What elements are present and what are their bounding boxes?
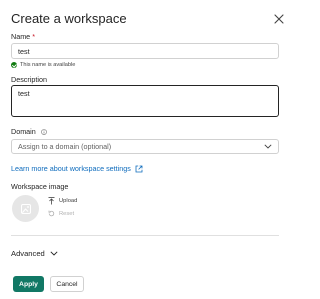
workspace-image-avatar	[12, 195, 39, 222]
domain-dropdown[interactable]: Assign to a domain (optional)	[11, 139, 279, 154]
info-icon[interactable]	[40, 129, 47, 135]
close-icon[interactable]	[273, 13, 285, 25]
learn-more-link[interactable]: Learn more about workspace settings	[11, 164, 143, 173]
domain-label: Domain	[11, 127, 47, 136]
panel-title: Create a workspace	[11, 11, 127, 26]
reset-button[interactable]: Reset	[48, 210, 74, 217]
cancel-button[interactable]: Cancel	[50, 276, 84, 292]
apply-button[interactable]: Apply	[13, 276, 44, 292]
chevron-down-icon	[264, 144, 272, 149]
name-input-value: test	[18, 46, 30, 56]
advanced-label: Advanced	[11, 249, 45, 258]
upload-button[interactable]: Upload	[48, 197, 77, 205]
name-helper-text: This name is available	[20, 62, 76, 68]
description-textarea[interactable]: test	[11, 85, 279, 117]
checkmark-circle-icon	[11, 62, 17, 68]
domain-label-text: Domain	[11, 127, 36, 136]
reset-icon	[48, 210, 55, 217]
description-label: Description	[11, 75, 47, 84]
name-availability-message: This name is available	[11, 62, 75, 68]
name-label: Name *	[11, 32, 35, 41]
name-input[interactable]: test	[11, 43, 279, 59]
name-label-text: Name	[11, 32, 31, 41]
upload-label: Upload	[59, 198, 78, 204]
chevron-down-icon	[50, 251, 58, 256]
upload-icon	[48, 197, 55, 205]
learn-more-text: Learn more about workspace settings	[11, 164, 131, 173]
section-divider	[11, 235, 279, 236]
domain-placeholder: Assign to a domain (optional)	[18, 142, 112, 151]
reset-label: Reset	[59, 210, 75, 217]
workspace-image-label: Workspace image	[11, 182, 69, 191]
description-value: test	[18, 89, 30, 98]
advanced-section-toggle[interactable]: Advanced	[11, 249, 58, 258]
open-external-icon	[135, 165, 143, 172]
image-placeholder-icon	[20, 203, 31, 214]
create-workspace-panel: Create a workspace Name * test This name …	[0, 0, 290, 299]
required-mark: *	[32, 32, 35, 41]
